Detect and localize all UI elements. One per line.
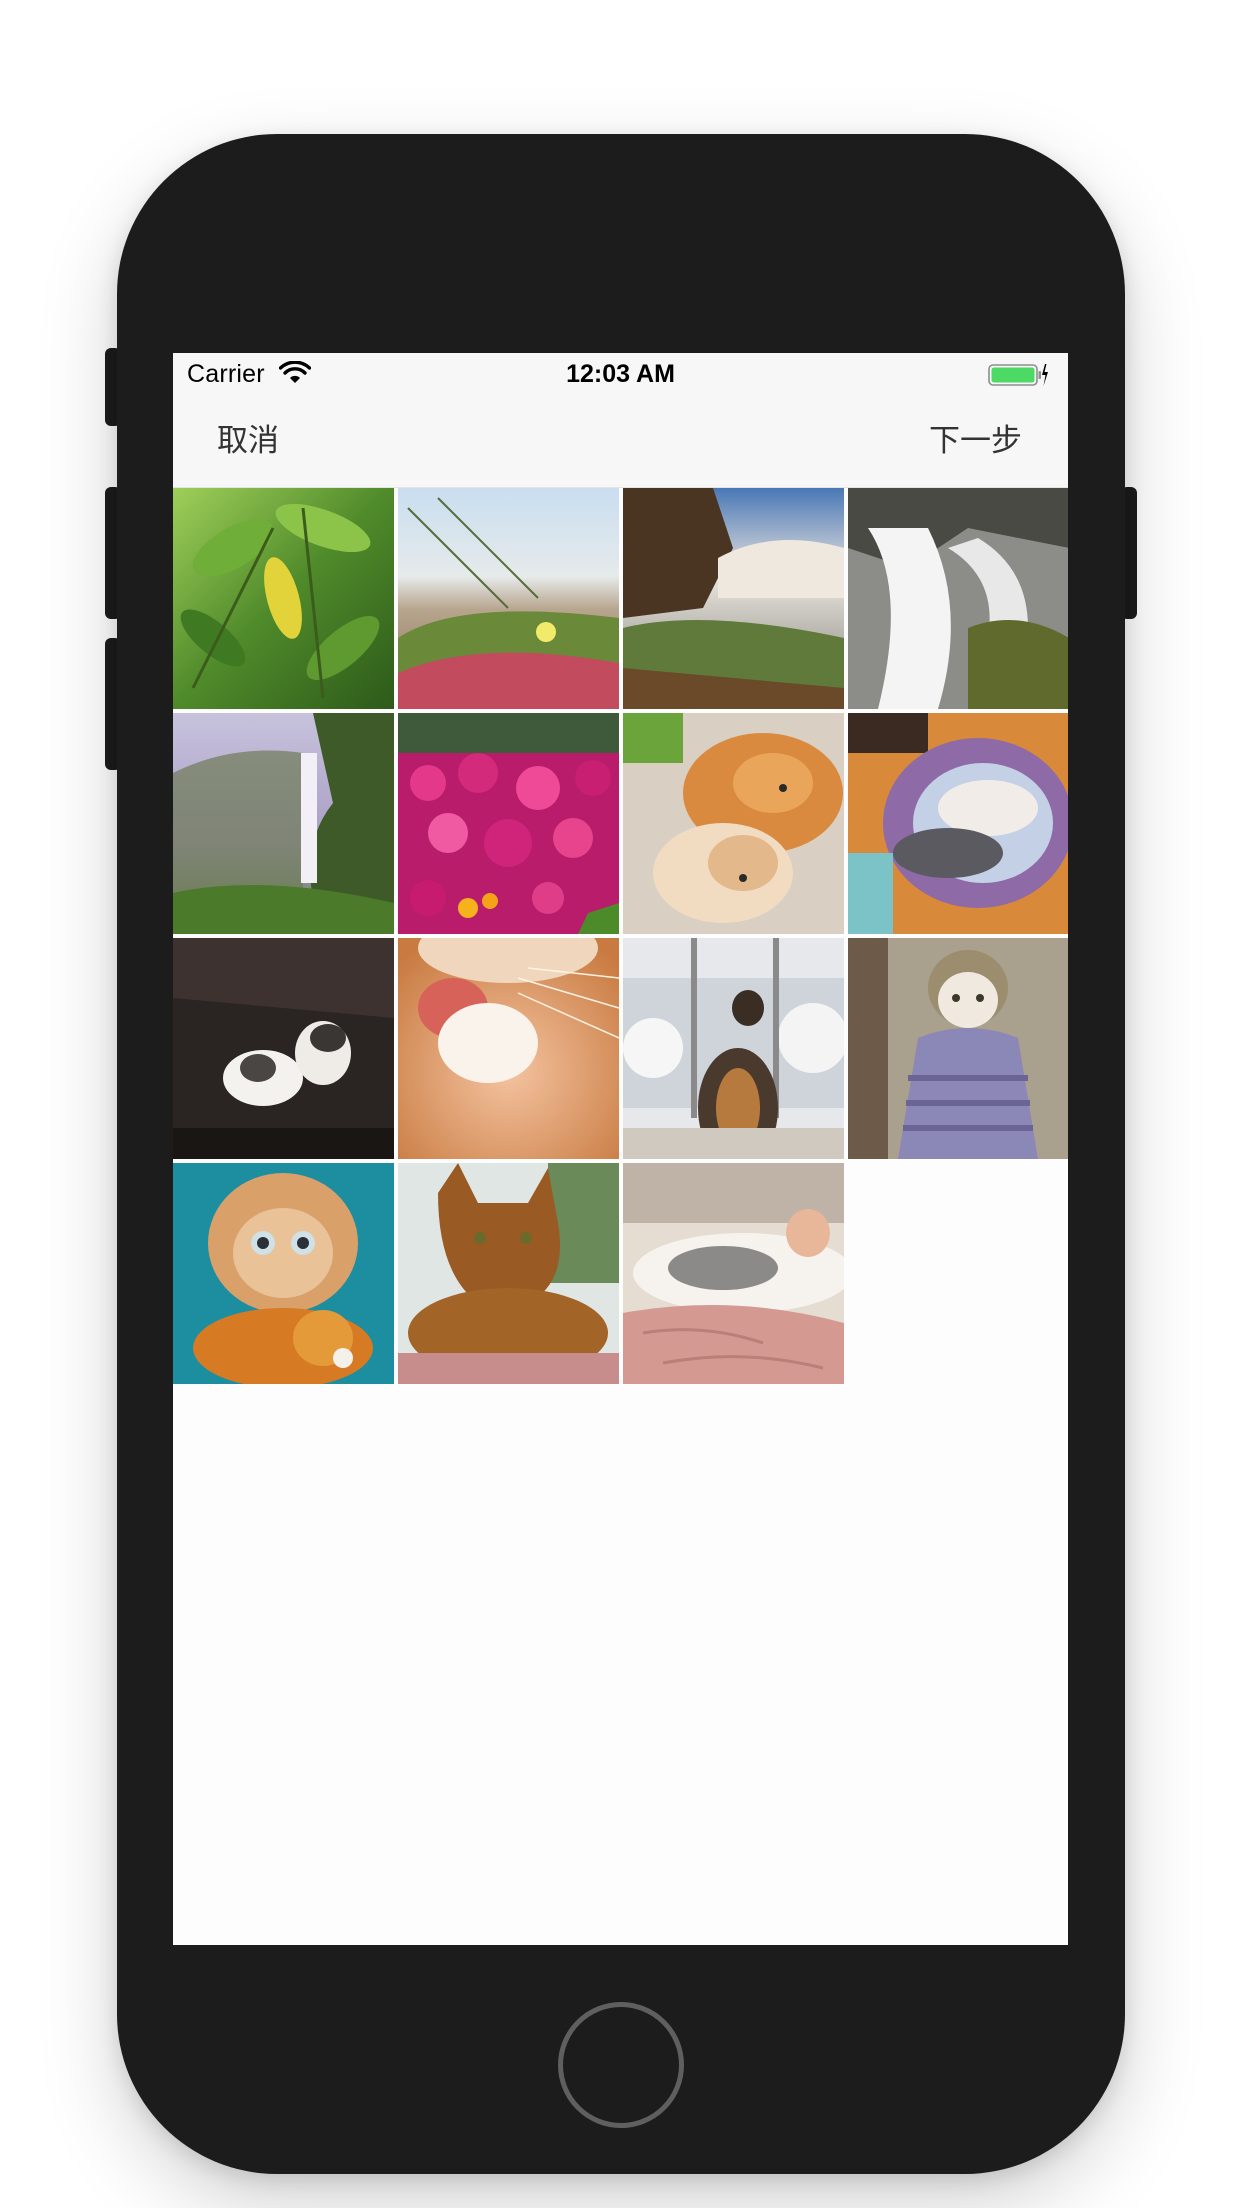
phone-screen: Carrier 12:03 AM 取消 下一步 <box>173 353 1068 1945</box>
photo-kitten-dark[interactable] <box>173 938 394 1159</box>
photo-waterfall-cliff-image <box>623 488 844 709</box>
photo-kitten-with-toy[interactable] <box>173 1163 394 1384</box>
cancel-button[interactable]: 取消 <box>217 415 279 460</box>
photo-pink-flowers[interactable] <box>398 713 619 934</box>
photo-abyssinian-cat[interactable] <box>398 1163 619 1384</box>
photo-sleeping-cat-image <box>623 1163 844 1384</box>
photo-waterfall-cliff[interactable] <box>623 488 844 709</box>
next-step-button[interactable]: 下一步 <box>929 415 1022 460</box>
photo-green-leaves[interactable] <box>173 488 394 709</box>
photo-cat-window-snow-image <box>623 938 844 1159</box>
photo-misty-waterfall-image <box>173 713 394 934</box>
photo-pink-flowers-image <box>398 713 619 934</box>
photo-abyssinian-cat-image <box>398 1163 619 1384</box>
photo-cats-in-bed[interactable] <box>848 713 1068 934</box>
photo-waterfall-rocks[interactable] <box>848 488 1068 709</box>
photo-kitten-dark-image <box>173 938 394 1159</box>
home-button[interactable] <box>558 2002 684 2128</box>
photo-beach-flower-image <box>398 488 619 709</box>
battery-charging-icon <box>988 364 1048 386</box>
photo-misty-waterfall[interactable] <box>173 713 394 934</box>
photo-kitten-with-toy-image <box>173 1163 394 1384</box>
photo-cat-paw-closeup-image <box>398 938 619 1159</box>
status-time: 12:03 AM <box>566 360 675 388</box>
photo-cat-window-snow[interactable] <box>623 938 844 1159</box>
photo-cat-in-sweater[interactable] <box>848 938 1068 1159</box>
photo-cat-paw-closeup[interactable] <box>398 938 619 1159</box>
photo-kittens-cuddling-image <box>623 713 844 934</box>
photo-beach-flower[interactable] <box>398 488 619 709</box>
photo-green-leaves-image <box>173 488 394 709</box>
photo-cat-in-sweater-image <box>848 938 1068 1159</box>
photo-kittens-cuddling[interactable] <box>623 713 844 934</box>
photo-waterfall-rocks-image <box>848 488 1068 709</box>
photo-sleeping-cat[interactable] <box>623 1163 844 1384</box>
photo-cats-in-bed-image <box>848 713 1068 934</box>
navigation-bar: 取消 下一步 <box>173 393 1068 488</box>
